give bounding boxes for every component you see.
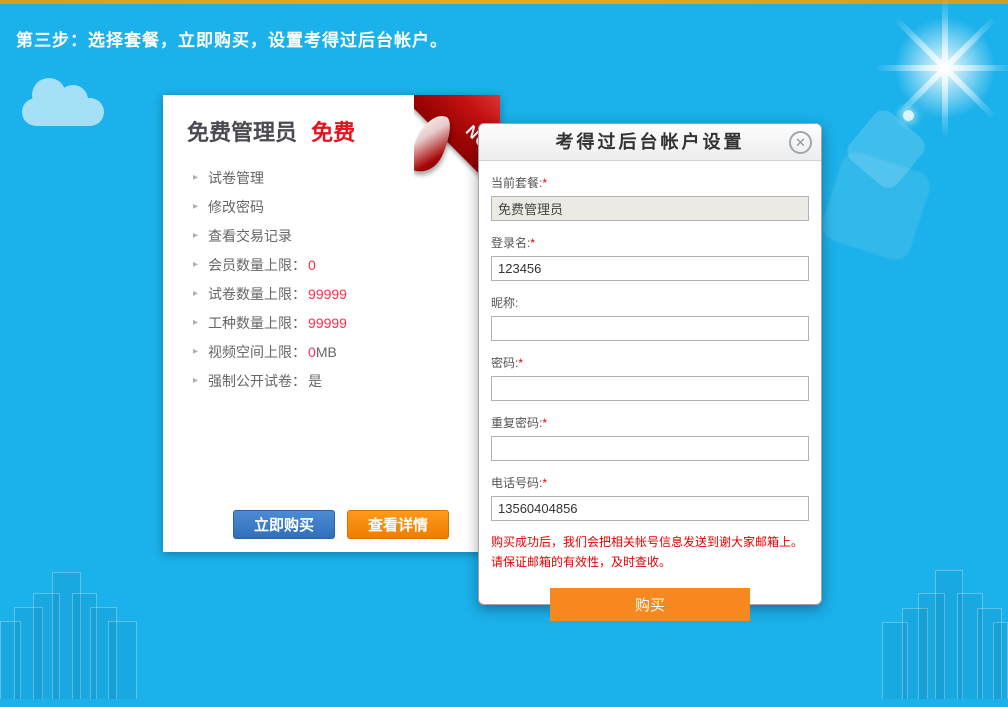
- modal-header: 考得过后台帐户设置 ✕: [479, 124, 821, 161]
- bullet-arrow-icon: ▸: [193, 288, 198, 299]
- buy-now-button[interactable]: 立即购买: [233, 510, 335, 539]
- feature-value: 0: [308, 257, 316, 273]
- lens-flare-shape: [818, 148, 934, 264]
- view-details-button[interactable]: 查看详情: [347, 510, 449, 539]
- building: [108, 621, 137, 699]
- feature-value: 99999: [308, 315, 347, 331]
- bullet-arrow-icon: ▸: [193, 317, 198, 328]
- phone-number-field[interactable]: [491, 496, 809, 521]
- feature-label: 查看交易记录: [208, 226, 292, 246]
- bullet-arrow-icon: ▸: [193, 259, 198, 270]
- password-field[interactable]: [491, 376, 809, 401]
- feature-value: 99999: [308, 286, 347, 302]
- feature-label: 会员数量上限：: [208, 255, 306, 275]
- field-label-current-package: 当前套餐:*: [491, 174, 809, 191]
- field-label-login-name: 登录名:*: [491, 234, 809, 251]
- feature-label: 视频空间上限：: [208, 342, 306, 362]
- feature-label: 工种数量上限：: [208, 313, 306, 333]
- top-accent-strip: [0, 0, 1008, 4]
- step-heading: 第三步：选择套餐，立即购买，设置考得过后台帐户。: [16, 26, 448, 51]
- bullet-arrow-icon: ▸: [193, 346, 198, 357]
- purchase-note: 购买成功后，我们会把相关帐号信息发送到谢大家邮箱上。请保证邮箱的有效性，及时查收…: [491, 533, 809, 573]
- package-price: 免费: [311, 120, 355, 145]
- feature-label: 修改密码: [208, 197, 264, 217]
- feature-label: 试卷数量上限：: [208, 284, 306, 304]
- bullet-arrow-icon: ▸: [193, 201, 198, 212]
- package-title: 免费管理员: [187, 120, 297, 145]
- modal-title: 考得过后台帐户设置: [479, 124, 821, 161]
- feature-item: ▸ 工种数量上限： 99999: [193, 308, 500, 337]
- feature-value: 0: [308, 344, 316, 360]
- current-package-field: [491, 196, 809, 221]
- feature-item: ▸ 视频空间上限： 0 MB: [193, 337, 500, 366]
- feature-list: ▸ 试卷管理 ▸ 修改密码 ▸ 查看交易记录 ▸ 会员数量上限： 0 ▸ 试卷数…: [193, 163, 500, 395]
- cloud-icon: [22, 98, 104, 126]
- field-label-repeat-password: 重复密码:*: [491, 414, 809, 431]
- field-label-password: 密码:*: [491, 354, 809, 371]
- bullet-arrow-icon: ▸: [193, 230, 198, 241]
- feature-item: ▸ 试卷数量上限： 99999: [193, 279, 500, 308]
- feature-label: 强制公开试卷：: [208, 371, 306, 391]
- feature-item: ▸ 修改密码: [193, 192, 500, 221]
- buy-button[interactable]: 购买: [550, 588, 750, 621]
- feature-suffix: MB: [316, 344, 337, 360]
- bullet-arrow-icon: ▸: [193, 375, 198, 386]
- feature-label: 试卷管理: [208, 168, 264, 188]
- nickname-field[interactable]: [491, 316, 809, 341]
- card-button-row: 立即购买 查看详情: [233, 510, 449, 539]
- close-icon[interactable]: ✕: [789, 131, 812, 154]
- package-card: 免费管理员 免费 ▸ 试卷管理 ▸ 修改密码 ▸ 查看交易记录 ▸ 会员数量上限…: [163, 95, 500, 552]
- field-label-nickname: 昵称:: [491, 294, 809, 311]
- feature-suffix: 是: [308, 371, 322, 391]
- login-name-field[interactable]: [491, 256, 809, 281]
- field-label-phone: 电话号码:*: [491, 474, 809, 491]
- modal-body: 当前套餐:* 登录名:* 昵称: 密码:* 重复密码:* 电话号码:* 购买成功…: [479, 174, 821, 621]
- feature-item: ▸ 查看交易记录: [193, 221, 500, 250]
- bullet-arrow-icon: ▸: [193, 172, 198, 183]
- feature-item: ▸ 强制公开试卷： 是: [193, 366, 500, 395]
- repeat-password-field[interactable]: [491, 436, 809, 461]
- building: [993, 622, 1008, 699]
- lens-flare-dot: [903, 110, 914, 121]
- account-setup-modal: 考得过后台帐户设置 ✕ 当前套餐:* 登录名:* 昵称: 密码:* 重复密码:*…: [478, 123, 822, 605]
- feature-item: ▸ 会员数量上限： 0: [193, 250, 500, 279]
